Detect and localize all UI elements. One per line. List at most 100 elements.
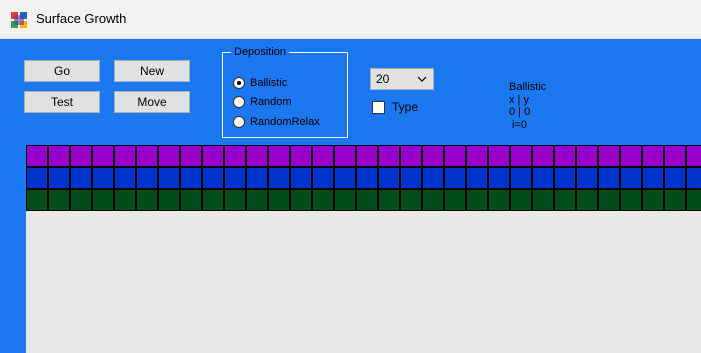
surface-cell — [466, 145, 488, 167]
surface-cell — [532, 189, 554, 211]
go-button[interactable]: Go — [24, 60, 100, 82]
surface-cell — [400, 145, 422, 167]
radio-random-label[interactable]: Random — [250, 95, 292, 110]
surface-cell — [686, 145, 701, 167]
surface-cell — [466, 189, 488, 211]
surface-cell — [268, 167, 290, 189]
surface-cell — [158, 145, 180, 167]
radio-randomrelax-circle[interactable] — [233, 116, 245, 128]
chevron-down-icon[interactable] — [417, 75, 427, 83]
radio-selected-dot — [237, 81, 241, 85]
surface-cell — [510, 189, 532, 211]
window-title: Surface Growth — [36, 11, 127, 26]
test-button[interactable]: Test — [24, 91, 100, 113]
surface-cell — [136, 145, 158, 167]
surface-cell — [378, 167, 400, 189]
surface-cell — [664, 167, 686, 189]
deposition-group: Deposition Ballistic Random RandomRelax — [222, 45, 348, 138]
surface-cell — [488, 189, 510, 211]
new-button[interactable]: New — [114, 60, 190, 82]
surface-cell — [642, 189, 664, 211]
surface-cell — [598, 145, 620, 167]
surface-cell — [532, 167, 554, 189]
size-dropdown[interactable]: 20 — [370, 68, 434, 90]
surface-cell — [598, 167, 620, 189]
surface-cell — [92, 145, 114, 167]
surface-cell — [180, 167, 202, 189]
surface-cell — [246, 145, 268, 167]
app-icon — [11, 12, 27, 28]
surface-cell — [180, 145, 202, 167]
surface-cell — [290, 189, 312, 211]
move-button[interactable]: Move — [114, 91, 190, 113]
surface-cell — [422, 145, 444, 167]
type-checkbox-box[interactable] — [372, 101, 385, 114]
surface-cell — [26, 167, 48, 189]
info-mode: Ballistic — [509, 81, 547, 93]
surface-canvas[interactable] — [26, 145, 701, 353]
surface-cell — [532, 145, 554, 167]
surface-cell — [312, 189, 334, 211]
main-window: Surface Growth Go New Test Move Depositi… — [0, 0, 701, 353]
deposition-legend: Deposition — [231, 45, 289, 59]
surface-cell — [554, 167, 576, 189]
radio-random-circle[interactable] — [233, 96, 245, 108]
surface-cell — [202, 189, 224, 211]
surface-cell — [686, 167, 701, 189]
surface-layer-purple — [26, 145, 701, 167]
surface-cell — [180, 189, 202, 211]
surface-cell — [620, 145, 642, 167]
surface-cell — [554, 189, 576, 211]
surface-cell — [356, 189, 378, 211]
surface-layer-blue — [26, 167, 701, 189]
radio-ballistic-circle[interactable] — [233, 77, 245, 89]
surface-cell — [444, 189, 466, 211]
title-bar: Surface Growth — [0, 0, 701, 39]
surface-cell — [48, 167, 70, 189]
surface-cell — [70, 189, 92, 211]
surface-cell — [246, 167, 268, 189]
surface-cell — [312, 167, 334, 189]
surface-cell — [510, 145, 532, 167]
surface-cell — [488, 145, 510, 167]
surface-cell — [334, 145, 356, 167]
surface-cell — [576, 189, 598, 211]
surface-cell — [642, 145, 664, 167]
surface-cell — [70, 145, 92, 167]
surface-cell — [92, 167, 114, 189]
info-header: x | y — [509, 94, 529, 106]
surface-cell — [136, 189, 158, 211]
surface-cell — [642, 167, 664, 189]
surface-cell — [268, 189, 290, 211]
surface-cell — [70, 167, 92, 189]
type-checkbox-label[interactable]: Type — [392, 100, 418, 115]
surface-cell — [312, 145, 334, 167]
surface-layer-green — [26, 189, 701, 211]
radio-randomrelax-label[interactable]: RandomRelax — [250, 115, 320, 130]
surface-cell — [620, 189, 642, 211]
surface-cell — [290, 167, 312, 189]
surface-cell — [48, 189, 70, 211]
surface-cell — [510, 167, 532, 189]
surface-cell — [356, 145, 378, 167]
surface-cell — [136, 167, 158, 189]
surface-cell — [224, 167, 246, 189]
surface-cell — [114, 167, 136, 189]
surface-cell — [202, 145, 224, 167]
surface-cell — [268, 145, 290, 167]
surface-cell — [620, 167, 642, 189]
surface-cell — [378, 189, 400, 211]
surface-cell — [378, 145, 400, 167]
surface-cell — [664, 189, 686, 211]
surface-cell — [488, 167, 510, 189]
surface-cell — [48, 145, 70, 167]
surface-cell — [444, 167, 466, 189]
surface-cell — [686, 189, 701, 211]
surface-cell — [114, 189, 136, 211]
surface-cell — [598, 189, 620, 211]
surface-cell — [158, 167, 180, 189]
surface-cell — [334, 189, 356, 211]
radio-ballistic-label[interactable]: Ballistic — [250, 76, 287, 91]
surface-cell — [444, 145, 466, 167]
surface-cell — [92, 189, 114, 211]
